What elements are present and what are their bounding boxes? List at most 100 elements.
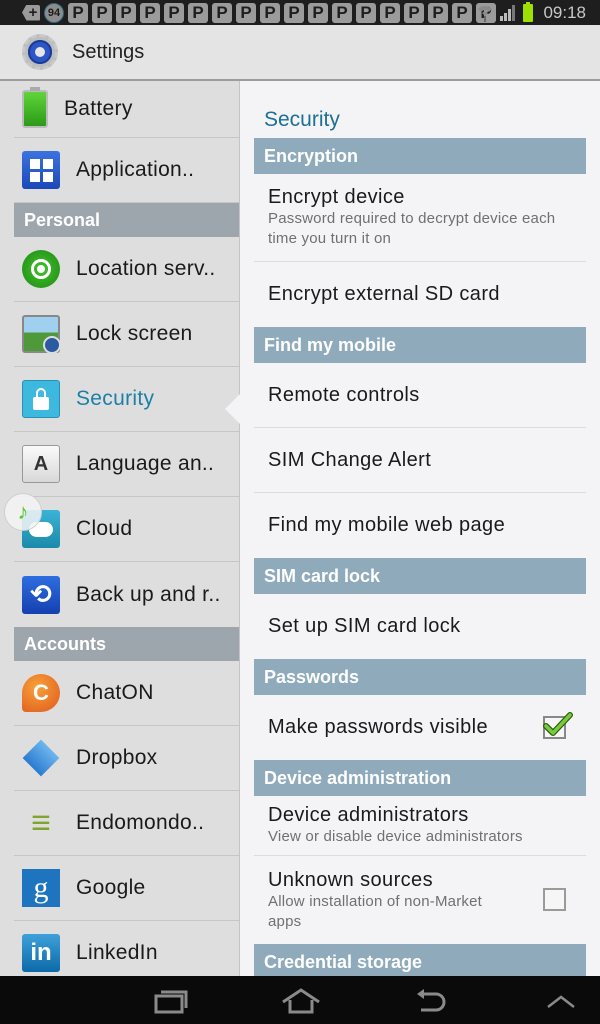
lock-screen-icon	[22, 315, 61, 354]
sidebar-item-label: Google	[76, 876, 146, 899]
sidebar-item-location-services[interactable]: Location serv..	[14, 237, 239, 302]
unknown-sources-checkbox[interactable]	[543, 888, 566, 911]
sidebar-item-label: ChatON	[76, 681, 154, 704]
recent-apps-button[interactable]	[146, 984, 196, 1018]
setting-set-up-sim-card-lock[interactable]: Set up SIM card lock	[254, 594, 586, 659]
expand-notifications-icon: +	[22, 4, 40, 21]
p-notification-icon: P	[68, 2, 88, 23]
action-bar: Settings	[0, 25, 600, 81]
p-notification-icon: P	[356, 2, 376, 23]
section-header-device-administration: Device administration	[254, 760, 586, 796]
chevron-up-icon	[547, 995, 575, 1008]
setting-sim-change-alert[interactable]: SIM Change Alert	[254, 428, 586, 493]
sidebar-item-label: Security	[76, 387, 155, 410]
selection-pointer	[225, 393, 241, 425]
p-notification-icon: P	[260, 2, 280, 23]
settings-category-list[interactable]: Battery Application.. Personal Location …	[0, 81, 240, 976]
sidebar-item-label: Lock screen	[76, 322, 193, 345]
p-notification-icon: P	[236, 2, 256, 23]
p-notification-icon: P	[308, 2, 328, 23]
checkmark-icon	[543, 711, 573, 736]
p-notification-icon: P	[428, 2, 448, 23]
setting-summary: Allow installation of non-Market apps	[268, 892, 482, 930]
p-notification-icon: P	[212, 2, 232, 23]
sidebar-item-security[interactable]: Security	[14, 367, 239, 432]
battery-status-icon	[523, 1, 534, 22]
sidebar-item-linkedin[interactable]: in LinkedIn	[14, 921, 239, 976]
sidebar-item-cloud[interactable]: Cloud	[14, 497, 239, 562]
back-button[interactable]	[406, 984, 456, 1018]
setting-encrypt-sd-card[interactable]: Encrypt external SD card	[254, 262, 586, 327]
sidebar-item-google[interactable]: g Google	[14, 856, 239, 921]
setting-title: Find my mobile web page	[268, 514, 506, 536]
make-passwords-visible-checkbox[interactable]	[543, 711, 573, 739]
p-notification-icon: P	[332, 2, 352, 23]
security-lock-icon	[22, 380, 60, 418]
sidebar-item-label: Back up and r..	[76, 582, 221, 606]
setting-title: Encrypt external SD card	[268, 283, 500, 305]
sidebar-item-dropbox[interactable]: Dropbox	[14, 726, 239, 791]
clock: 09:18	[543, 2, 586, 22]
sidebar-item-chaton[interactable]: C ChatON	[14, 661, 239, 726]
sidebar-item-battery[interactable]: Battery	[14, 81, 239, 138]
sidebar-item-label: LinkedIn	[76, 941, 158, 964]
chaton-icon: C	[22, 674, 60, 712]
setting-device-administrators[interactable]: Device administrators View or disable de…	[254, 796, 586, 856]
setting-title: Encrypt device	[268, 186, 405, 208]
music-note-icon[interactable]: ♪	[4, 493, 42, 531]
page-title: Settings	[72, 40, 145, 63]
setting-make-passwords-visible[interactable]: Make passwords visible	[254, 695, 586, 760]
wifi-icon	[478, 5, 493, 22]
sidebar-item-label: Application..	[76, 158, 195, 181]
section-header-passwords: Passwords	[254, 659, 586, 695]
setting-summary: View or disable device administrators	[268, 828, 523, 845]
p-notification-icon: P	[140, 2, 160, 23]
p-notification-icon: P	[116, 2, 136, 23]
section-header-sim-card-lock: SIM card lock	[254, 558, 586, 594]
p-notification-icon: P	[284, 2, 304, 23]
security-settings-panel[interactable]: Security Encryption Encrypt device Passw…	[240, 81, 600, 976]
location-icon	[22, 250, 60, 288]
settings-gear-icon[interactable]	[20, 32, 60, 72]
section-header-personal: Personal	[14, 203, 239, 237]
application-manager-icon	[22, 151, 60, 189]
detail-title: Security	[264, 108, 340, 131]
setting-title: Remote controls	[268, 383, 420, 406]
p-notification-icon: P	[404, 2, 424, 23]
section-header-encryption: Encryption	[254, 138, 586, 174]
sidebar-item-endomondo[interactable]: ≡ Endomondo..	[14, 791, 239, 856]
sidebar-item-label: Dropbox	[76, 746, 158, 769]
dropbox-icon	[22, 739, 60, 777]
p-notification-icon: P	[164, 2, 184, 23]
setting-summary: Password required to decrypt device each…	[268, 210, 556, 247]
sidebar-item-label: Cloud	[76, 517, 133, 540]
sidebar-item-backup-reset[interactable]: ⟲ Back up and r..	[14, 562, 239, 627]
sidebar-item-label: Location serv..	[76, 257, 216, 280]
p-notification-icon: P	[188, 2, 208, 23]
back-icon	[417, 989, 446, 1012]
recent-apps-icon	[154, 990, 188, 1014]
home-button[interactable]	[276, 984, 326, 1018]
p-notification-icon: P	[92, 2, 112, 23]
signal-strength-icon	[500, 4, 516, 21]
section-header-credential-storage: Credential storage	[254, 944, 586, 976]
google-icon: g	[22, 869, 60, 907]
sidebar-item-lock-screen[interactable]: Lock screen	[14, 302, 239, 367]
sidebar-item-language[interactable]: A Language an..	[14, 432, 239, 497]
sidebar-item-application-manager[interactable]: Application..	[14, 138, 239, 203]
setting-remote-controls[interactable]: Remote controls	[254, 363, 586, 428]
setting-title: SIM Change Alert	[268, 448, 432, 471]
language-icon: A	[22, 445, 60, 483]
home-icon	[282, 988, 320, 1014]
notification-count-badge: 94	[44, 2, 64, 23]
status-bar[interactable]: + 94 PPPPPPPPPPPPPPPPPP 09:18	[0, 0, 600, 25]
setting-title: Make passwords visible	[268, 716, 488, 738]
p-notification-icon: P	[380, 2, 400, 23]
setting-unknown-sources[interactable]: Unknown sources Allow installation of no…	[254, 856, 586, 944]
setting-encrypt-device[interactable]: Encrypt device Password required to decr…	[254, 174, 586, 262]
menu-up-button[interactable]	[536, 984, 586, 1018]
battery-icon	[22, 87, 48, 128]
setting-title: Set up SIM card lock	[268, 615, 461, 637]
notification-icons: PPPPPPPPPPPPPPPPPP	[68, 2, 500, 23]
setting-find-my-mobile-web-page[interactable]: Find my mobile web page	[254, 493, 586, 558]
